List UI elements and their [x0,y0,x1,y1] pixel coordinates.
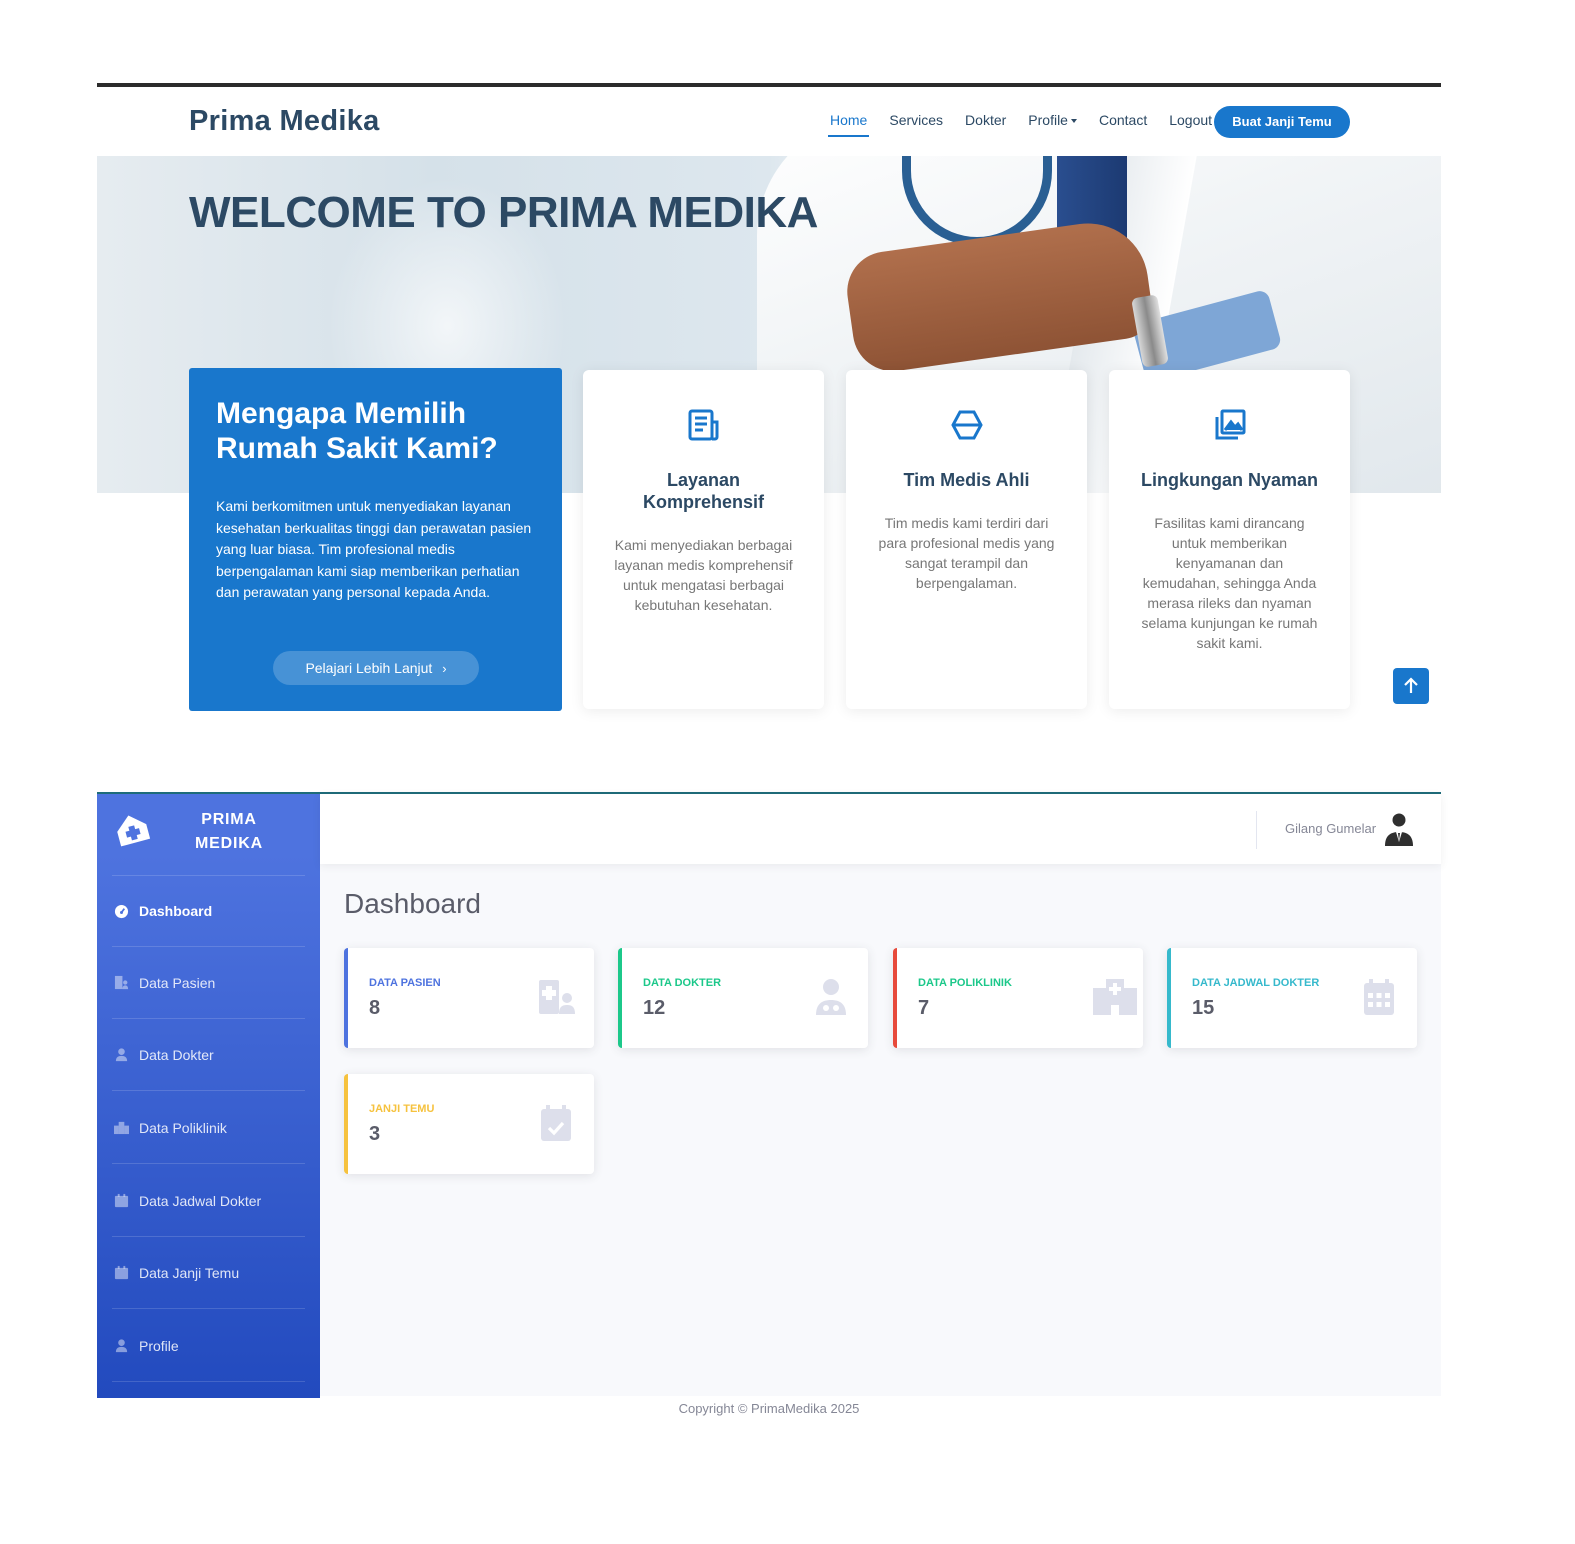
nav-services[interactable]: Services [878,111,954,137]
why-us-text: Kami berkomitmen untuk menyediakan layan… [216,498,532,600]
stat-card-value: 7 [918,997,930,1019]
site-logo[interactable]: Prima Medika [189,105,380,138]
admin-panel: PRIMA MEDIKA Dashboard Data Pasien Data … [97,792,1441,1398]
stat-card-label: DATA DOKTER [643,977,722,989]
sidebar-item-data-pasien[interactable]: Data Pasien [112,947,305,1019]
topbar-divider [1256,811,1257,849]
hospital-user-icon [539,980,575,1014]
calendar-check-icon [114,1265,129,1280]
calendar-check-icon [541,1105,571,1141]
sidebar-item-label: Data Dokter [139,1046,214,1063]
stat-card-label: DATA JADWAL DOKTER [1192,977,1320,989]
user-doctor-icon [816,979,846,1015]
feature-title: Layanan Komprehensif [642,470,765,512]
page-title: Dashboard [344,888,481,919]
hero-title: WELCOME TO PRIMA MEDIKA [189,188,818,237]
stat-card-data-poliklinik[interactable]: DATA POLIKLINIK 7 [893,948,1143,1048]
user-icon [115,1339,128,1353]
navbar: Prima Medika Home Services Dokter Profil… [97,87,1441,156]
learn-more-button[interactable]: Pelajari Lebih Lanjut › [273,651,479,685]
feature-card: Lingkungan Nyaman Fasilitas kami diranca… [1109,370,1350,709]
sidebar-brand[interactable]: PRIMA MEDIKA [97,794,320,866]
nav-dokter[interactable]: Dokter [954,111,1017,137]
nav-profile[interactable]: Profile [1017,111,1088,137]
document-icon [688,409,718,441]
sidebar-item-label: Data Janji Temu [139,1264,240,1281]
sidebar-item-data-janji-temu[interactable]: Data Janji Temu [112,1237,305,1309]
hospital-user-icon [114,975,129,990]
stat-card-janji-temu[interactable]: JANJI TEMU 3 [344,1074,594,1174]
appointment-button[interactable]: Buat Janji Temu [1214,106,1350,138]
back-to-top-button[interactable] [1393,668,1429,704]
sidebar-item-data-jadwal-dokter[interactable]: Data Jadwal Dokter [112,1165,305,1237]
sidebar-item-label: Data Pasien [139,974,216,991]
feature-text: Kami menyediakan berbagai layanan medis … [614,537,793,613]
chevron-right-icon: › [442,661,447,676]
learn-more-label: Pelajari Lebih Lanjut [305,660,433,676]
clinic-house-icon [117,815,151,847]
why-us-title: Mengapa Memilih Rumah Sakit Kami? [216,397,498,465]
tachometer-icon [114,904,129,918]
stat-card-value: 15 [1192,997,1215,1019]
sidebar-item-data-dokter[interactable]: Data Dokter [112,1019,305,1091]
sidebar-brand-name: PRIMA MEDIKA [195,811,263,852]
topbar: Gilang Gumelar [320,794,1441,864]
stat-card-value: 12 [643,997,666,1019]
stat-card-data-dokter[interactable]: DATA DOKTER 12 [618,948,868,1048]
user-icon [115,1048,128,1062]
sidebar: PRIMA MEDIKA Dashboard Data Pasien Data … [97,794,320,1398]
stat-card-data-jadwal-dokter[interactable]: DATA JADWAL DOKTER 15 [1167,948,1417,1048]
stat-card-value: 8 [369,997,381,1019]
feature-card: Tim Medis Ahli Tim medis kami terdiri da… [846,370,1087,709]
hexagon-icon [950,410,983,440]
sidebar-item-label: Dashboard [139,903,213,919]
sidebar-item-dashboard[interactable]: Dashboard [112,875,305,947]
feature-text: Fasilitas kami dirancang untuk memberika… [1141,515,1318,651]
feature-card: Layanan Komprehensif Kami menyediakan be… [583,370,824,709]
feature-text: Tim medis kami terdiri dari para profesi… [878,515,1055,591]
user-name[interactable]: Gilang Gumelar [1285,821,1376,836]
feature-title: Tim Medis Ahli [903,470,1030,490]
nav-contact[interactable]: Contact [1088,111,1158,137]
stat-card-data-pasien[interactable]: DATA PASIEN 8 [344,948,594,1048]
sidebar-item-label: Data Poliklinik [139,1119,227,1136]
nav-profile-label: Profile [1028,112,1068,128]
sidebar-item-label: Profile [139,1337,179,1354]
arrow-up-icon [1404,677,1418,693]
stat-card-value: 3 [369,1123,381,1145]
avatar[interactable] [1383,812,1415,846]
nav-home[interactable]: Home [828,111,870,137]
main-menu: Home Services Dokter Profile Contact Log… [819,111,1223,137]
calendar-icon [114,1193,129,1208]
sidebar-item-profile[interactable]: Profile [112,1310,305,1382]
hospital-icon [1093,979,1137,1015]
sidebar-item-label: Data Jadwal Dokter [139,1192,262,1209]
images-icon [1215,409,1245,440]
sidebar-item-data-poliklinik[interactable]: Data Poliklinik [112,1092,305,1164]
landing-page: Prima Medika Home Services Dokter Profil… [97,83,1441,723]
copyright-text: Copyright © PrimaMedika 2025 [678,1401,860,1416]
why-us-box: Mengapa Memilih Rumah Sakit Kami? Kami b… [189,368,562,711]
feature-title: Lingkungan Nyaman [1140,470,1319,490]
caret-down-icon [1070,119,1077,124]
clinic-icon [114,1121,129,1135]
stat-card-label: DATA POLIKLINIK [918,977,1012,989]
stat-card-label: DATA PASIEN [369,977,441,989]
calendar-icon [1364,979,1394,1015]
stat-card-label: JANJI TEMU [369,1103,435,1115]
